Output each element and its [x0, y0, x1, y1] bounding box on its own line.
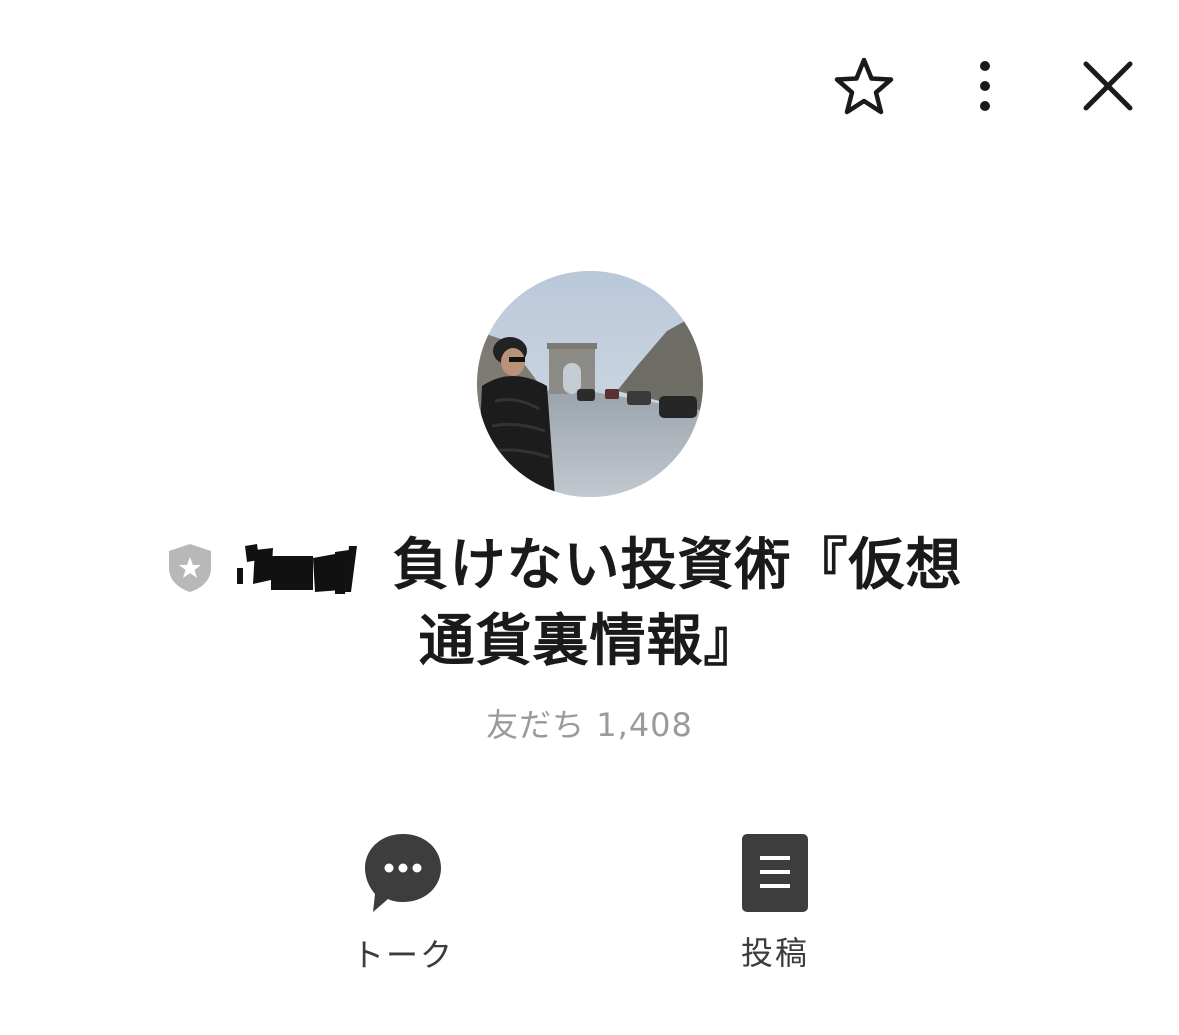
favorite-button[interactable] — [832, 55, 896, 119]
close-button[interactable] — [1078, 56, 1138, 116]
more-vertical-icon — [980, 61, 990, 111]
friends-label: 友だち — [486, 706, 586, 744]
profile-name-line-2: 通貨裏情報』 — [418, 609, 761, 674]
profile-name: 負けない投資術『仮想 通貨裏情報』 — [0, 528, 1179, 680]
star-icon — [834, 57, 894, 115]
talk-button[interactable]: トーク — [313, 830, 493, 976]
avatar-photo — [477, 271, 703, 497]
close-icon — [1083, 61, 1133, 111]
posts-button[interactable]: 投稿 — [685, 830, 865, 974]
shield-star-icon — [168, 544, 211, 592]
friends-count: 友だち 1,408 — [0, 700, 1179, 746]
posts-label: 投稿 — [740, 934, 809, 972]
post-list-icon — [742, 834, 808, 912]
talk-label: トーク — [351, 936, 454, 974]
profile-avatar[interactable] — [477, 271, 703, 497]
friends-number: 1,408 — [596, 706, 693, 744]
redacted-area — [236, 544, 357, 594]
profile-name-line-1: 負けない投資術『仮想 — [392, 533, 963, 598]
chat-bubble-icon — [365, 834, 441, 912]
more-options-button[interactable] — [962, 55, 1008, 119]
